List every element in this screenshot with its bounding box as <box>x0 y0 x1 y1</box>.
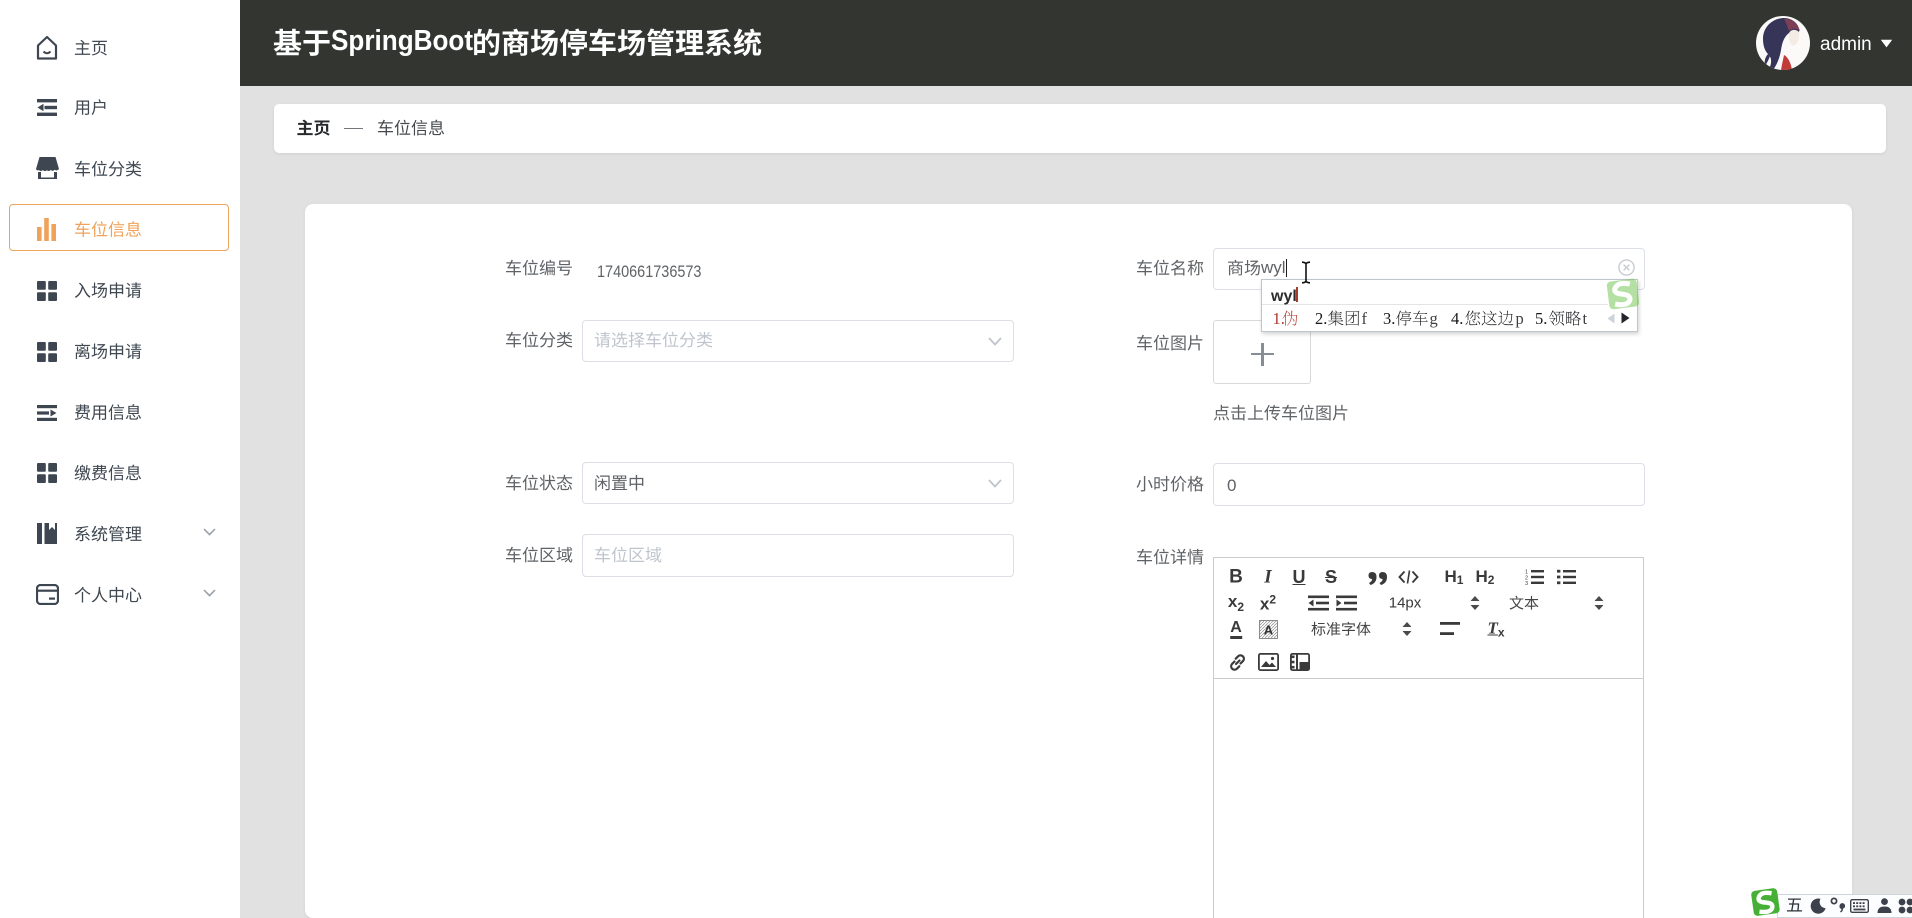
svg-text:A: A <box>1264 623 1274 638</box>
svg-text:3: 3 <box>1525 581 1528 585</box>
